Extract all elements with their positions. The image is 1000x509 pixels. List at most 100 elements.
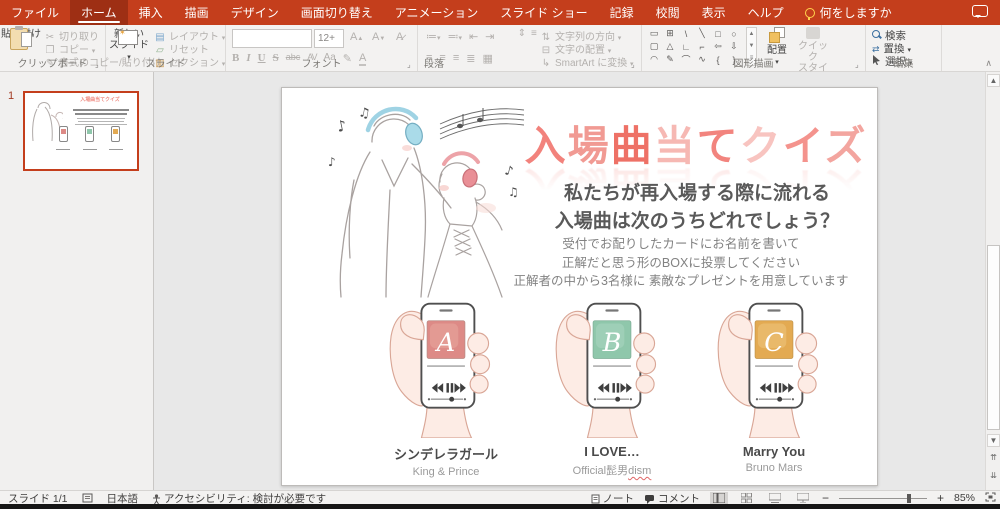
slide-thumbnail[interactable]: 入場曲当てクイズ xyxy=(23,91,139,171)
clipboard-dialog-launcher[interactable]: ⌟ xyxy=(95,61,103,69)
option-a[interactable]: A シンデレラガール King & Prince xyxy=(372,298,520,478)
scroll-up-button[interactable]: ▲ xyxy=(987,74,1000,87)
slide-canvas[interactable]: ♪ ♫ ♪ ♪ ♫ 入場曲当てクイズ 入場曲当てクイズ 私たちが再入場する際に流… xyxy=(281,87,878,486)
song-title-b: I LOVE… xyxy=(538,444,686,459)
zoom-slider-thumb[interactable] xyxy=(907,494,911,503)
tab-review[interactable]: 校閲 xyxy=(645,0,691,25)
option-c[interactable]: C Marry You Bruno Mars xyxy=(700,298,848,474)
svg-text:♪: ♪ xyxy=(335,116,348,136)
paragraph-dialog-launcher[interactable]: ⌟ xyxy=(631,61,639,69)
shape-glyph-6[interactable]: ▢ xyxy=(646,40,662,53)
scroll-down-button[interactable]: ▼ xyxy=(987,434,1000,447)
font-dialog-launcher[interactable]: ⌟ xyxy=(407,61,415,69)
tab-transitions[interactable]: 画面切り替え xyxy=(290,0,384,25)
group-label-editing: 編集 xyxy=(866,55,941,70)
phone-illustration-b: B xyxy=(542,298,682,438)
tab-slideshow[interactable]: スライド ショー xyxy=(489,0,598,25)
tell-me-label: 何をしますか xyxy=(820,4,892,21)
ribbon-tabs: ファイルホーム挿入描画デザイン画面切り替えアニメーションスライド ショー記録校閲… xyxy=(0,0,795,25)
song-title-a: シンデレラガール xyxy=(372,444,520,463)
thumb-couple-sketch xyxy=(29,99,63,143)
quick-styles-icon xyxy=(806,27,820,39)
option-b[interactable]: B I LOVE… Official髭男dism xyxy=(538,298,686,478)
artist-c: Bruno Mars xyxy=(700,462,848,474)
arrange-icon xyxy=(769,27,785,43)
tab-record[interactable]: 記録 xyxy=(599,0,645,25)
shape-glyph-8[interactable]: ∟ xyxy=(678,40,694,53)
numbering-button[interactable]: ≕▾ xyxy=(448,30,463,43)
slide-note[interactable]: 受付でお配りしたカードにお名前を書いて 正解だと思う形のBOXに投票してください… xyxy=(450,235,912,291)
note-line-1: 受付でお配りしたカードにお名前を書いて xyxy=(450,235,912,254)
font-size-input[interactable]: 12+ xyxy=(314,29,344,48)
thumb-title: 入場曲当てクイズ xyxy=(76,96,124,103)
ribbon: 貼り付け▼ ✂切り取り ❐コピー ▾ ✎書式のコピー/貼り付け クリップボード … xyxy=(0,25,1000,72)
new-slide-icon xyxy=(118,30,138,45)
zoom-in-button[interactable]: + xyxy=(937,491,944,505)
tab-draw[interactable]: 描画 xyxy=(174,0,220,25)
zoom-out-button[interactable]: − xyxy=(822,491,829,505)
vertical-scrollbar[interactable]: ▲ ▼ ⇈ ⇊ xyxy=(985,72,1000,490)
bullets-button[interactable]: ≔▾ xyxy=(426,30,441,43)
shape-glyph-2[interactable]: \ xyxy=(678,27,694,40)
shape-glyph-0[interactable]: ▭ xyxy=(646,27,662,40)
window-bottom-edge xyxy=(0,504,1000,509)
normal-view-button[interactable] xyxy=(710,492,728,505)
tab-design[interactable]: デザイン xyxy=(220,0,290,25)
tab-view[interactable]: 表示 xyxy=(691,0,737,25)
zoom-level[interactable]: 85% xyxy=(954,492,975,504)
shape-glyph-11[interactable]: ⇩ xyxy=(726,40,742,53)
reading-view-button[interactable] xyxy=(766,492,784,505)
slide-show-button[interactable] xyxy=(794,492,812,505)
tab-animations[interactable]: アニメーション xyxy=(384,0,490,25)
tab-insert[interactable]: 挿入 xyxy=(128,0,174,25)
svg-text:♪: ♪ xyxy=(328,155,336,169)
song-title-c: Marry You xyxy=(700,444,848,459)
shape-glyph-9[interactable]: ⌐ xyxy=(694,40,710,53)
shape-glyph-1[interactable]: ⊞ xyxy=(662,27,678,40)
replace-icon: ⇄ xyxy=(872,44,880,54)
collapse-ribbon-chevron[interactable]: ∧ xyxy=(985,58,992,69)
spellcheck-book-icon[interactable] xyxy=(82,492,93,504)
group-label-slides: スライド xyxy=(106,55,225,70)
slide-number: 1 xyxy=(8,90,14,102)
increase-indent-button[interactable]: ⇥ xyxy=(485,30,494,43)
slide-subtitle[interactable]: 私たちが再入場する際に流れる 入場曲は次のうちどれでしょう？ xyxy=(512,180,882,236)
font-name-input[interactable] xyxy=(232,29,312,48)
group-label-clipboard: クリップボード xyxy=(0,55,105,70)
group-drawing: ▭⊞\╲□○▢△∟⌐⇦⇩◠✎⌒∿{} ▲▼≡ 配置▾ クイック スタイル ▾ xyxy=(642,25,866,71)
zoom-slider[interactable] xyxy=(839,492,927,505)
group-label-paragraph: 段落 xyxy=(418,55,641,70)
shape-glyph-10[interactable]: ⇦ xyxy=(710,40,726,53)
shrink-font-button[interactable]: A▼ xyxy=(372,31,385,43)
ribbon-tab-bar: ファイルホーム挿入描画デザイン画面切り替えアニメーションスライド ショー記録校閲… xyxy=(0,0,1000,25)
slide-sorter-view-button[interactable] xyxy=(738,492,756,505)
group-font: 12+ A▲ A▼ A̷ B I U S abc AV Aa ✎ A フォント … xyxy=(226,25,418,71)
artist-b: Official髭男dism xyxy=(538,462,686,478)
tell-me-box[interactable]: 何をしますか xyxy=(795,0,902,25)
previous-slide-button[interactable]: ⇈ xyxy=(987,452,1000,465)
slide-thumbnail-panel: 1 入場曲当てクイズ xyxy=(0,72,154,490)
shape-glyph-4[interactable]: □ xyxy=(710,27,726,40)
scrollbar-thumb[interactable] xyxy=(987,245,1000,430)
grow-font-button[interactable]: A▲ xyxy=(350,31,363,43)
decrease-indent-button[interactable]: ⇤ xyxy=(469,30,478,43)
shape-glyph-3[interactable]: ╲ xyxy=(694,27,710,40)
svg-text:B: B xyxy=(602,328,622,358)
tab-help[interactable]: ヘルプ xyxy=(737,0,795,25)
shape-glyph-7[interactable]: △ xyxy=(662,40,678,53)
subtitle-line-2: 入場曲は次のうちどれでしょう？ xyxy=(512,208,882,236)
group-label-drawing: 図形描画 xyxy=(642,55,865,70)
clear-formatting-button[interactable]: A̷ xyxy=(396,31,403,43)
tab-file[interactable]: ファイル xyxy=(0,0,70,25)
thumb-phone-a xyxy=(59,126,68,142)
next-slide-button[interactable]: ⇊ xyxy=(987,470,1000,483)
tab-home[interactable]: ホーム xyxy=(70,0,128,25)
fit-to-window-button[interactable] xyxy=(985,492,996,505)
paste-button[interactable]: 貼り付け▼ xyxy=(0,27,42,52)
shape-glyph-5[interactable]: ○ xyxy=(726,27,742,40)
comment-bubble-icon[interactable] xyxy=(972,5,988,17)
thumb-phone-b xyxy=(85,126,94,142)
line-spacing-button[interactable]: ⇕≡ xyxy=(516,28,537,39)
group-slides: 新しい スライド ▾ ▤レイアウト ▾ ▱リセット ▥セクション ▾ スライド xyxy=(106,25,226,71)
drawing-dialog-launcher[interactable]: ⌟ xyxy=(855,61,863,69)
